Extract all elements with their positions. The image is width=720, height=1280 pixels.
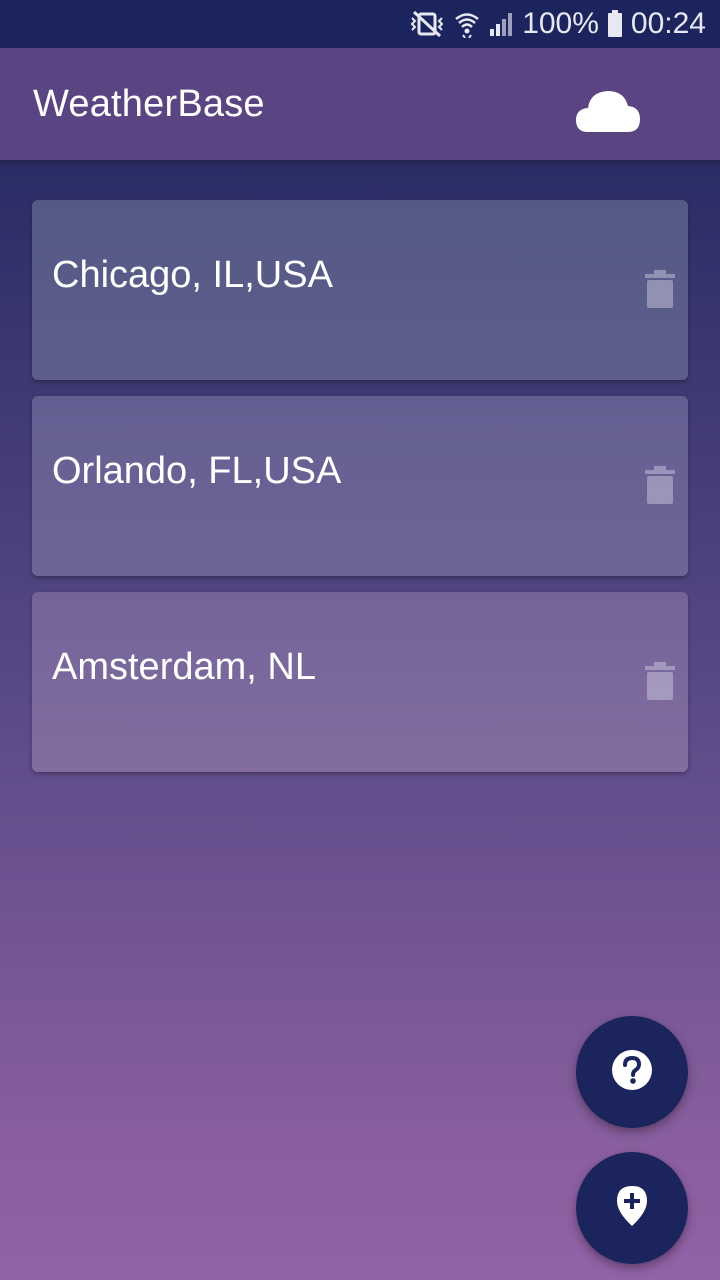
app-bar: WeatherBase <box>0 48 720 160</box>
screen: 100% 00:24 WeatherBase Chicago, IL,USA O… <box>0 0 720 1280</box>
battery-percent: 100% <box>522 7 599 40</box>
city-card-orlando[interactable]: Orlando, FL,USA <box>32 396 688 576</box>
cloud-icon[interactable] <box>574 86 644 136</box>
city-list: Chicago, IL,USA Orlando, FL,USA Amsterda… <box>32 200 688 788</box>
help-icon <box>611 1049 653 1096</box>
add-location-button[interactable] <box>576 1152 688 1264</box>
wifi-icon <box>454 10 480 38</box>
clock: 00:24 <box>630 7 706 40</box>
city-name: Orlando, FL,USA <box>52 450 342 492</box>
trash-icon[interactable] <box>644 270 676 308</box>
battery-icon <box>607 10 623 38</box>
trash-icon[interactable] <box>644 466 676 504</box>
app-title: WeatherBase <box>33 82 265 125</box>
vibrate-mute-icon <box>408 10 446 38</box>
city-card-amsterdam[interactable]: Amsterdam, NL <box>32 592 688 772</box>
city-name: Amsterdam, NL <box>52 646 316 688</box>
trash-icon[interactable] <box>644 662 676 700</box>
help-button[interactable] <box>576 1016 688 1128</box>
status-bar: 100% 00:24 <box>0 0 720 48</box>
signal-icon <box>488 11 514 37</box>
add-location-icon <box>615 1184 649 1233</box>
city-name: Chicago, IL,USA <box>52 254 333 296</box>
city-card-chicago[interactable]: Chicago, IL,USA <box>32 200 688 380</box>
